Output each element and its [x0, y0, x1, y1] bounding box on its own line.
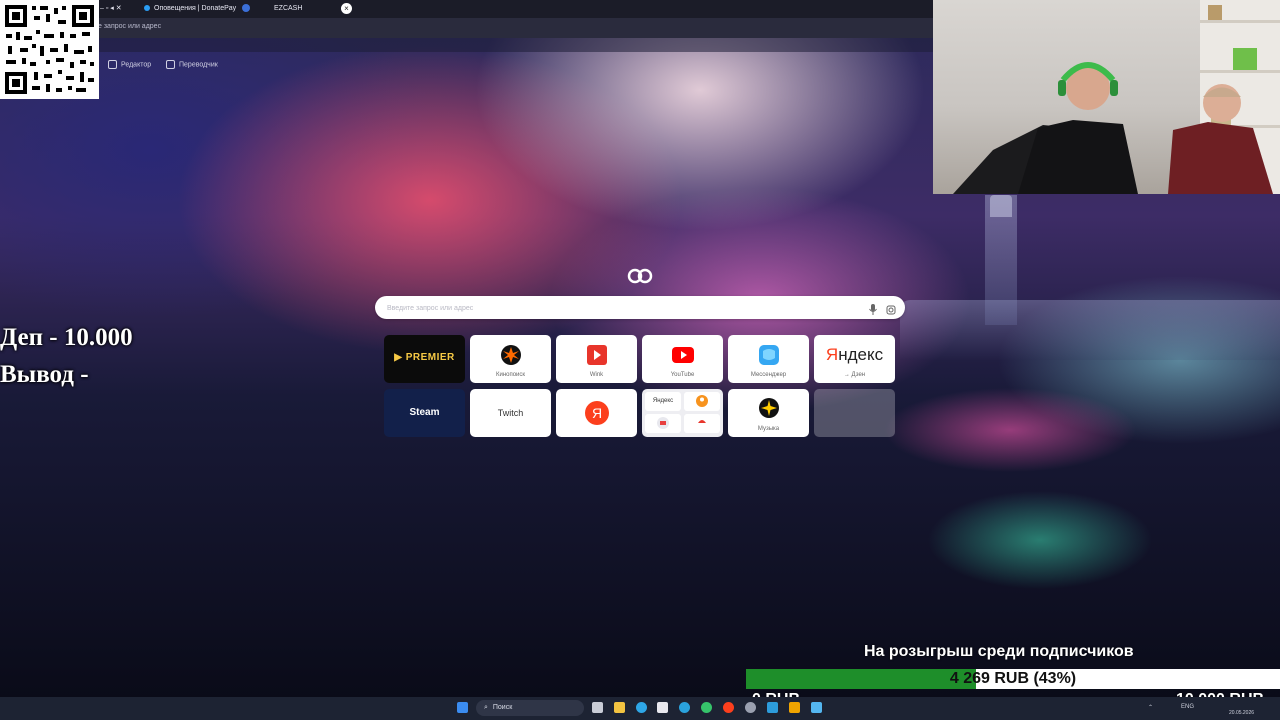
messenger-icon [728, 345, 809, 370]
tile-kinopoisk[interactable]: Кинопоиск [470, 335, 551, 383]
wink-icon [556, 345, 637, 370]
browser-tab-bar: – ▫ ◂ ✕ Оповещения | DonatePay EZCASH × [0, 0, 933, 18]
ezcash-icon [242, 4, 250, 13]
tile-youtube[interactable]: YouTube [642, 335, 723, 383]
address-placeholder: е запрос или адрес [98, 23, 162, 30]
overlay-deposit: Деп - 10.000 [0, 324, 133, 351]
tray-chevron-icon[interactable]: ⌃ [1148, 704, 1153, 711]
tile-folder[interactable]: Яндекс [642, 389, 723, 437]
overlay-withdraw: Вывод - [0, 361, 89, 388]
goal-progress-bar: 4 269 RUB (43%) [746, 669, 1280, 689]
donatepay-icon [144, 5, 150, 12]
premier-logo: ▶ PREMIER [394, 352, 455, 363]
explorer-icon[interactable] [614, 702, 625, 713]
notepad-icon[interactable] [811, 702, 822, 713]
taskbar-search[interactable]: ⌕ Поиск [476, 700, 584, 716]
app-icon[interactable] [789, 702, 800, 713]
mini-tile-yandex[interactable]: Яндекс [645, 392, 681, 411]
wallpaper-rocks [900, 300, 1280, 360]
twitch-logo: Twitch [497, 408, 524, 418]
bookmark-editor[interactable]: Редактор [108, 60, 151, 69]
search-input[interactable] [385, 300, 849, 317]
store-icon[interactable] [657, 702, 668, 713]
search-box[interactable] [375, 296, 905, 319]
steam-logo: Steam [409, 407, 440, 418]
tray-date[interactable]: 20.05.2026 [1229, 710, 1254, 716]
mini-tile-market[interactable] [684, 414, 720, 433]
edge-icon[interactable] [636, 702, 647, 713]
tab-donatepay[interactable]: Оповещения | DonatePay [144, 2, 236, 16]
mini-tile-mail[interactable] [645, 414, 681, 433]
tile-label: Wink [589, 372, 604, 378]
tray-lang[interactable]: ENG [1181, 704, 1194, 710]
tile-premier[interactable]: ▶ PREMIER [384, 335, 465, 383]
tile-empty[interactable] [814, 389, 895, 437]
tab-close-button[interactable]: × [341, 3, 352, 14]
kinopoisk-icon [470, 345, 551, 370]
obs-icon[interactable] [745, 702, 756, 713]
tile-messenger[interactable]: Мессенджер [728, 335, 809, 383]
goal-title: На розыгрыш среди подписчиков [864, 643, 1134, 660]
tile-yandex-ya[interactable]: Я [556, 389, 637, 437]
app-icon[interactable] [767, 702, 778, 713]
yandex-ya-icon: Я [556, 401, 637, 430]
task-view-icon[interactable] [592, 702, 603, 713]
music-icon [728, 398, 809, 423]
bookmark-label: Редактор [121, 61, 152, 69]
camera-search-icon[interactable] [886, 302, 896, 315]
bookmark-label: Переводчик [179, 61, 218, 69]
tile-label: YouTube [670, 372, 695, 378]
tab-label: EZCASH [274, 5, 303, 12]
search-icon: ⌕ [484, 704, 488, 711]
tab-ezcash[interactable]: EZCASH [242, 2, 302, 16]
webcam-feed [933, 0, 1280, 194]
tile-wink[interactable]: Wink [556, 335, 637, 383]
editor-icon [108, 60, 117, 69]
tile-steam[interactable]: Steam [384, 389, 465, 437]
tile-label: Мессенджер [750, 372, 787, 378]
tile-twitch[interactable]: Twitch [470, 389, 551, 437]
whatsapp-icon[interactable] [701, 702, 712, 713]
start-icon[interactable] [457, 702, 468, 713]
window-controls[interactable]: – ▫ ◂ ✕ [100, 2, 122, 16]
tile-yandex[interactable]: Яндекс → Дзен [814, 335, 895, 383]
ya-letter: Я [591, 405, 601, 421]
tile-label: → Дзен [843, 372, 866, 378]
youtube-icon [642, 347, 723, 368]
yandex-browser-icon[interactable] [723, 702, 734, 713]
goal-amount: 4 269 RUB (43%) [949, 670, 1077, 687]
mini-tile-ok[interactable] [684, 392, 720, 411]
yandex-logo: Яндекс [825, 345, 884, 364]
alice-icon[interactable] [627, 268, 653, 284]
telegram-icon[interactable] [679, 702, 690, 713]
translate-icon [166, 60, 175, 69]
qr-code [0, 0, 99, 99]
wallpaper-lighthouse-top [990, 195, 1012, 217]
bookmarks-bar [0, 38, 933, 52]
taskbar-search-label: Поиск [492, 704, 513, 711]
address-bar[interactable]: е запрос или адрес [0, 18, 933, 38]
tile-label: Музыка [757, 426, 780, 432]
tile-music[interactable]: Музыка [728, 389, 809, 437]
bookmark-translator[interactable]: Переводчик [166, 60, 218, 69]
microphone-icon[interactable] [868, 302, 878, 315]
tab-label: Оповещения | DonatePay [154, 5, 237, 12]
tile-label: Кинопоиск [495, 372, 526, 378]
